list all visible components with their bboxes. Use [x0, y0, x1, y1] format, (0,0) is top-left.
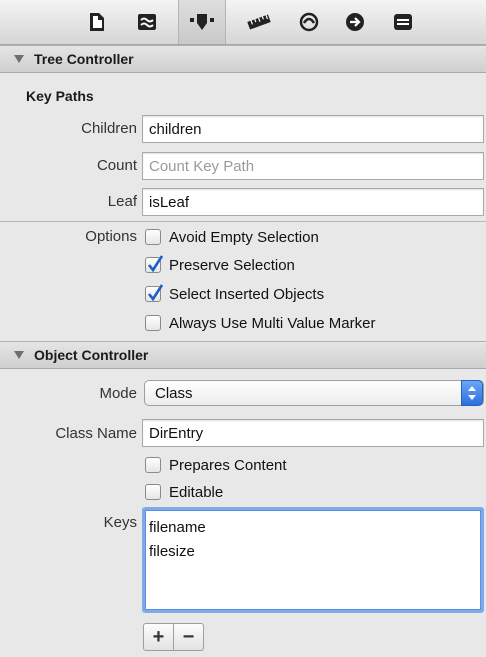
- checkbox-box[interactable]: [145, 457, 161, 473]
- key-item[interactable]: filesize: [149, 540, 477, 564]
- leaf-field[interactable]: isLeaf: [142, 188, 484, 216]
- keys-list[interactable]: filename filesize: [142, 507, 484, 613]
- mode-value: Class: [155, 384, 193, 402]
- avoid-empty-selection-checkbox[interactable]: Avoid Empty Selection: [145, 227, 319, 247]
- children-field[interactable]: children: [142, 115, 484, 143]
- checkmark-icon: [147, 255, 163, 273]
- checkbox-box[interactable]: [145, 315, 161, 331]
- keys-add-remove-control: + −: [143, 623, 204, 651]
- remove-key-button[interactable]: −: [173, 624, 203, 650]
- disclosure-triangle-icon[interactable]: [14, 55, 24, 63]
- bindings-icon[interactable]: [342, 9, 368, 35]
- checkbox-label: Always Use Multi Value Marker: [169, 314, 376, 332]
- effects-icon[interactable]: [390, 9, 416, 35]
- key-paths-title: Key Paths: [26, 88, 94, 104]
- class-name-field[interactable]: DirEntry: [142, 419, 484, 447]
- checkbox-box[interactable]: [145, 284, 163, 302]
- add-key-button[interactable]: +: [144, 624, 173, 650]
- tree-controller-title: Tree Controller: [34, 51, 134, 67]
- always-use-multi-value-marker-checkbox[interactable]: Always Use Multi Value Marker: [145, 313, 375, 333]
- tree-controller-header[interactable]: Tree Controller: [0, 45, 486, 73]
- mode-popup[interactable]: Class: [144, 380, 484, 406]
- checkbox-label: Editable: [169, 483, 224, 501]
- popup-arrows-icon[interactable]: [461, 380, 483, 406]
- checkbox-label: Avoid Empty Selection: [169, 228, 319, 246]
- object-controller-header[interactable]: Object Controller: [0, 341, 486, 369]
- object-controller-title: Object Controller: [34, 347, 149, 363]
- leaf-label: Leaf: [107, 193, 137, 210]
- count-label: Count: [96, 157, 137, 174]
- checkbox-label: Preserve Selection: [169, 256, 295, 274]
- keys-label: Keys: [103, 514, 137, 531]
- count-field[interactable]: Count Key Path: [142, 152, 484, 180]
- key-item[interactable]: filename: [149, 516, 477, 540]
- children-label: Children: [81, 120, 137, 137]
- size-ruler-icon[interactable]: [246, 9, 272, 35]
- attributes-icon[interactable]: [189, 9, 215, 35]
- options-label: Options: [85, 228, 137, 245]
- checkmark-icon: [147, 284, 163, 302]
- disclosure-triangle-icon[interactable]: [14, 351, 24, 359]
- preserve-selection-checkbox[interactable]: Preserve Selection: [145, 255, 295, 275]
- select-inserted-objects-checkbox[interactable]: Select Inserted Objects: [145, 284, 324, 304]
- editable-checkbox[interactable]: Editable: [145, 482, 223, 502]
- checkbox-box[interactable]: [145, 255, 163, 273]
- checkbox-box[interactable]: [145, 484, 161, 500]
- mode-label: Mode: [99, 385, 137, 402]
- prepares-content-checkbox[interactable]: Prepares Content: [145, 455, 287, 475]
- checkbox-label: Select Inserted Objects: [169, 285, 325, 303]
- section-divider: [0, 221, 486, 222]
- checkbox-label: Prepares Content: [169, 456, 287, 474]
- class-name-label: Class Name: [55, 425, 137, 442]
- connections-icon[interactable]: [296, 9, 322, 35]
- checkbox-box[interactable]: [145, 229, 161, 245]
- file-icon[interactable]: [84, 9, 110, 35]
- quick-help-icon[interactable]: [134, 9, 160, 35]
- inspector-toolbar: [0, 0, 486, 45]
